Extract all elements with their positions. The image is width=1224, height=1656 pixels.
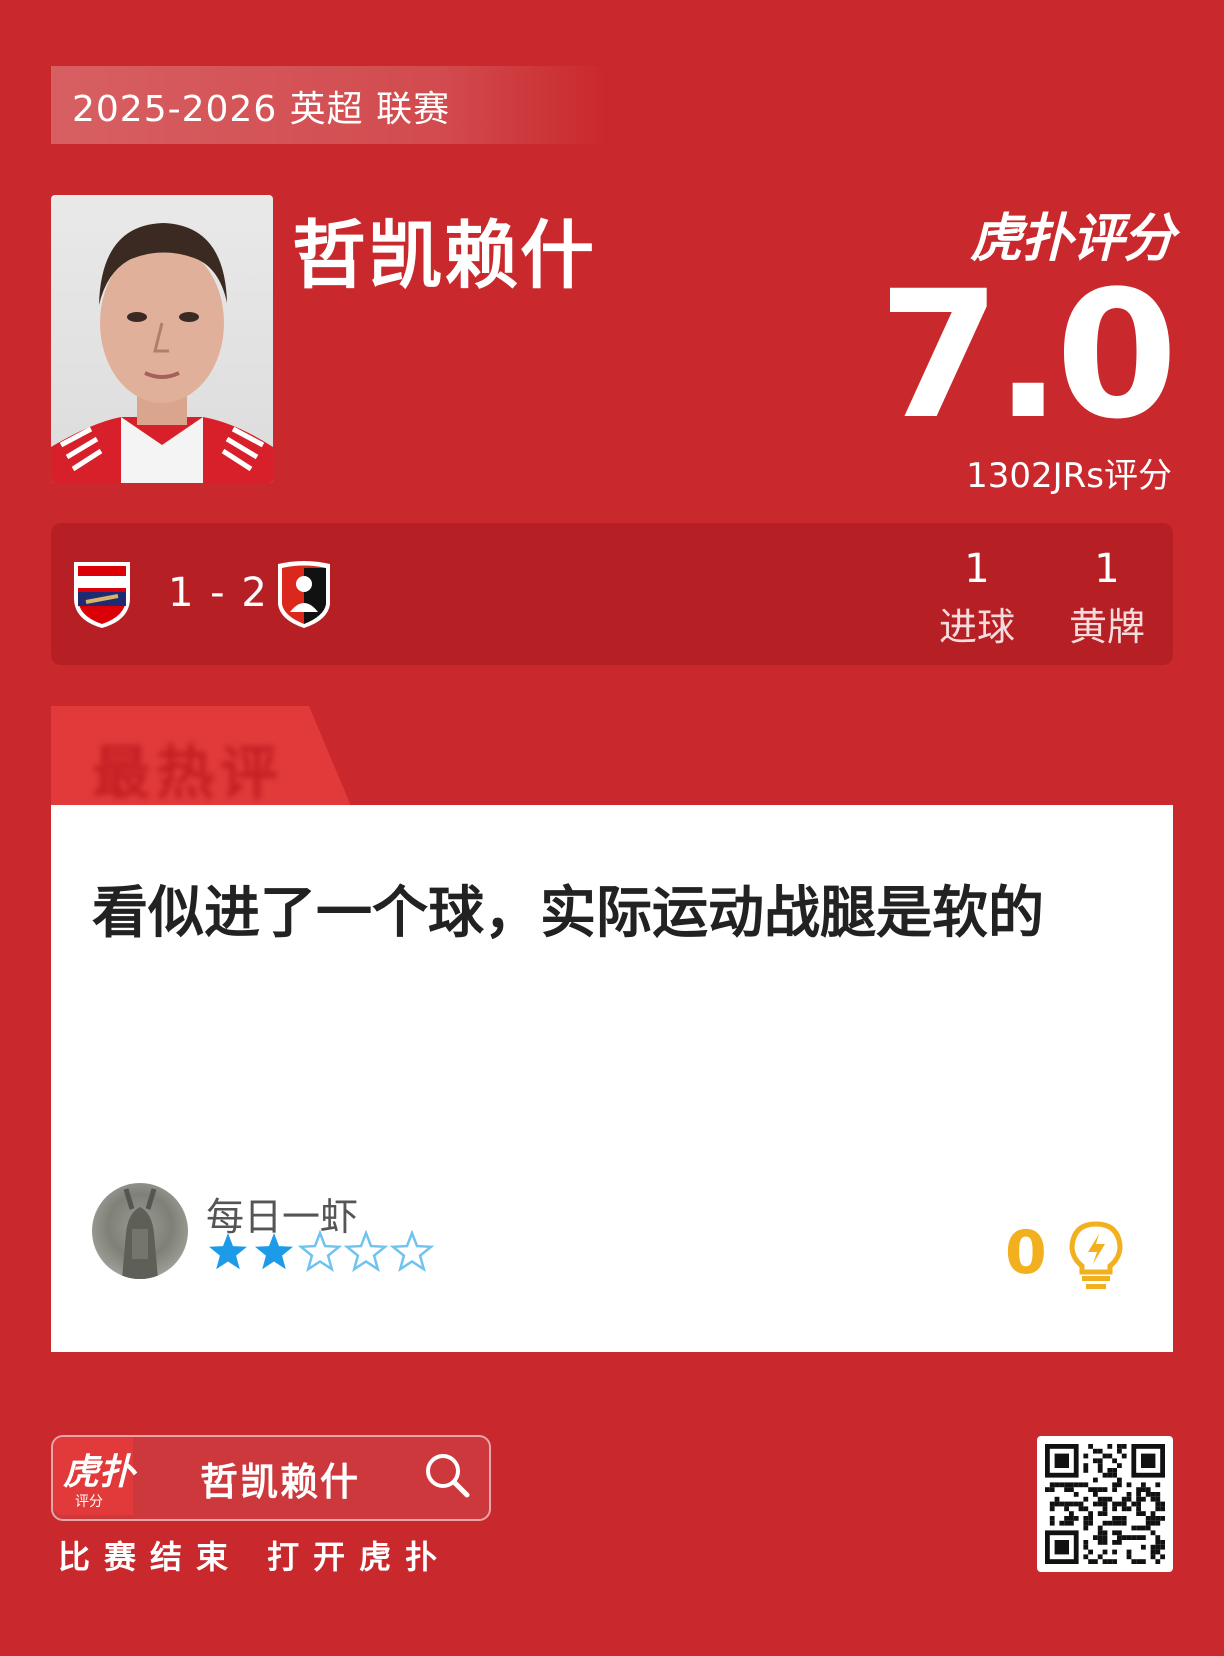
goals-label: 进球	[938, 605, 1015, 649]
yellow-cards-label: 黄牌	[1068, 605, 1145, 649]
like-count: 0	[1005, 1218, 1047, 1288]
match-score: 1 - 2	[168, 570, 269, 616]
comment-text: 看似进了一个球，实际运动战腿是软的	[92, 881, 1044, 946]
star-filled-icon	[209, 1233, 247, 1270]
player-photo	[51, 195, 273, 483]
comment-tab-label: 最热评	[92, 739, 285, 807]
arsenal-crest-icon	[74, 562, 130, 628]
search-query[interactable]: 哲凯赖什	[200, 1451, 360, 1506]
bournemouth-crest-icon	[278, 561, 330, 628]
goals-count: 1	[964, 546, 990, 592]
yellow-cards-count: 1	[1094, 546, 1120, 592]
footer-caption: 比赛结束 打开虎扑	[58, 1538, 452, 1576]
player-name: 哲凯赖什	[292, 213, 596, 299]
star-filled-icon	[255, 1233, 293, 1270]
star-empty-icon	[343, 1230, 389, 1273]
app-icon-title: 虎扑	[63, 1452, 136, 1493]
season-label: 2025-2026 英超 联赛	[72, 89, 451, 130]
app-icon-subtitle: 评分	[75, 1494, 103, 1510]
qr-code[interactable]	[1037, 1436, 1173, 1572]
search-icon[interactable]	[424, 1452, 470, 1498]
star-empty-icon	[297, 1230, 343, 1273]
lightbulb-like-icon[interactable]	[1068, 1220, 1124, 1290]
hupu-app-icon: 虎扑 评分	[53, 1437, 136, 1515]
star-rating	[209, 1230, 435, 1273]
star-empty-icon	[389, 1230, 435, 1273]
rating-score: 7.0	[878, 253, 1178, 458]
rating-count: 1302JRs评分	[966, 456, 1172, 496]
user-avatar[interactable]	[92, 1183, 188, 1279]
